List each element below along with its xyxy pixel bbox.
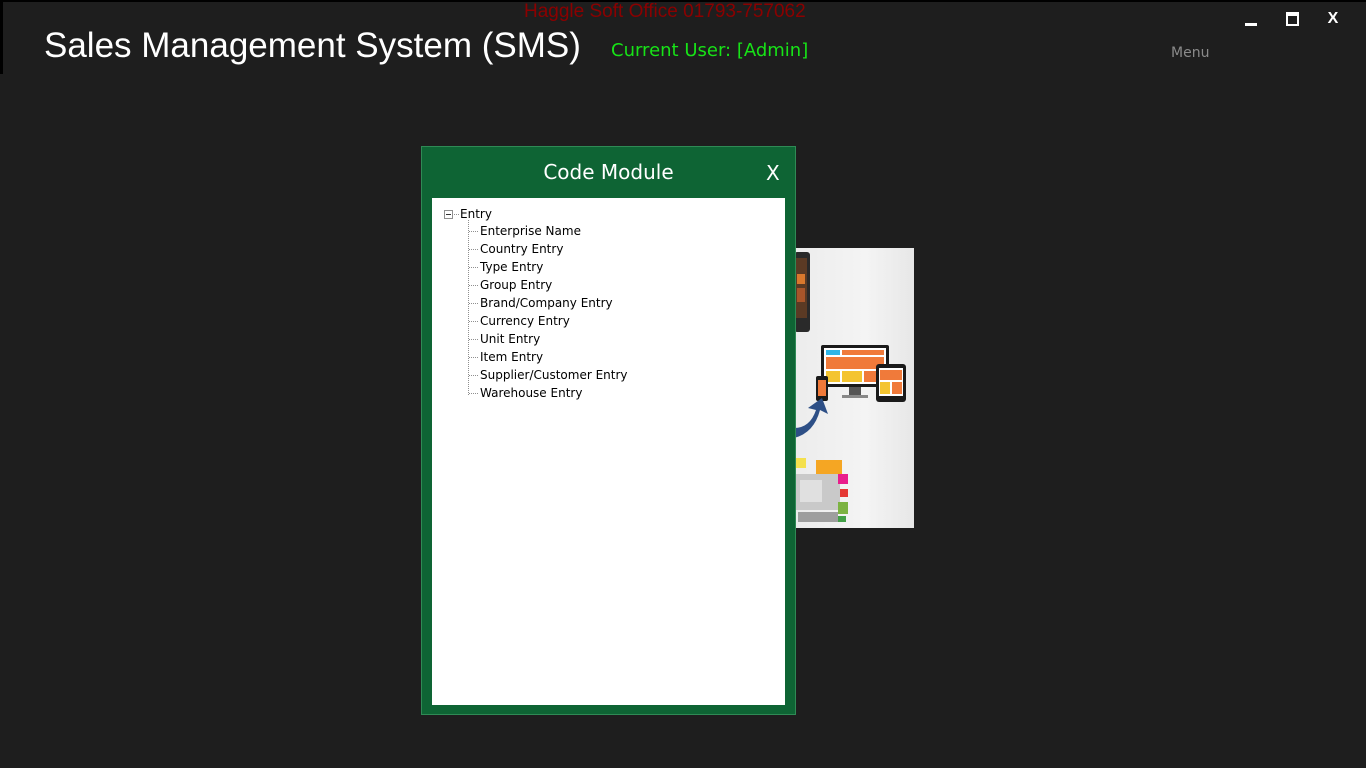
tree-item-label: Supplier/Customer Entry bbox=[480, 368, 628, 382]
tree-connector bbox=[469, 302, 478, 304]
tree-panel: Entry Enterprise Name Country Entry Type… bbox=[432, 198, 785, 705]
close-window-button[interactable]: X bbox=[1320, 8, 1346, 30]
dialog-close-button[interactable]: X bbox=[766, 161, 780, 185]
app-window: Haggle Soft Office 01793-757062 Sales Ma… bbox=[0, 0, 1366, 768]
tree-item-brand-company-entry[interactable]: Brand/Company Entry bbox=[469, 294, 613, 312]
tree-item-enterprise-name[interactable]: Enterprise Name bbox=[469, 222, 581, 240]
tree-item-label: Brand/Company Entry bbox=[480, 296, 613, 310]
tree-item-label: Group Entry bbox=[480, 278, 553, 292]
dialog-title: Code Module bbox=[543, 160, 674, 184]
tree-item-unit-entry[interactable]: Unit Entry bbox=[469, 330, 540, 348]
tree-item-supplier-customer-entry[interactable]: Supplier/Customer Entry bbox=[469, 366, 628, 384]
tree-item-label: Type Entry bbox=[480, 260, 544, 274]
tree-item-label: Unit Entry bbox=[480, 332, 541, 346]
tree-connector bbox=[469, 374, 478, 376]
tree-connector bbox=[454, 213, 459, 215]
tree-item-label: Warehouse Entry bbox=[480, 386, 583, 400]
collapse-toggle-icon[interactable] bbox=[444, 209, 453, 219]
tree-connector bbox=[469, 248, 478, 250]
tree-connector bbox=[469, 392, 478, 394]
devices-illustration bbox=[794, 248, 914, 528]
window-left-border bbox=[0, 0, 3, 74]
tree-item-group-entry[interactable]: Group Entry bbox=[469, 276, 552, 294]
tree-connector bbox=[469, 230, 478, 232]
tree-item-label: Country Entry bbox=[480, 242, 564, 256]
menu-button[interactable]: Menu bbox=[1171, 45, 1209, 61]
tree-connector bbox=[469, 320, 478, 322]
app-title: Sales Management System (SMS) bbox=[44, 26, 581, 65]
tree-item-currency-entry[interactable]: Currency Entry bbox=[469, 312, 570, 330]
tree-item-item-entry[interactable]: Item Entry bbox=[469, 348, 543, 366]
tree-item-country-entry[interactable]: Country Entry bbox=[469, 240, 563, 258]
tree-item-type-entry[interactable]: Type Entry bbox=[469, 258, 543, 276]
entry-tree-view[interactable]: Entry Enterprise Name Country Entry Type… bbox=[432, 198, 785, 705]
devices-illustration-graphic bbox=[794, 252, 906, 522]
tree-item-label: Item Entry bbox=[480, 350, 544, 364]
close-icon: X bbox=[1327, 10, 1339, 27]
tree-connector bbox=[469, 284, 478, 286]
minimize-icon bbox=[1245, 22, 1257, 26]
tree-item-label: Currency Entry bbox=[480, 314, 570, 328]
code-module-dialog: Code Module X Entry Enterprise Name Coun… bbox=[421, 146, 796, 715]
maximize-button[interactable] bbox=[1279, 8, 1305, 30]
tree-connector bbox=[469, 356, 478, 358]
company-banner: Haggle Soft Office 01793-757062 bbox=[524, 1, 806, 22]
maximize-icon bbox=[1285, 12, 1299, 26]
current-user-label: Current User: [Admin] bbox=[611, 40, 809, 61]
tree-connector bbox=[469, 338, 478, 340]
tree-connector bbox=[469, 266, 478, 268]
tree-root-label: Entry bbox=[460, 207, 492, 221]
minimize-button[interactable] bbox=[1238, 8, 1264, 30]
tree-item-warehouse-entry[interactable]: Warehouse Entry bbox=[469, 384, 582, 402]
tree-item-label: Enterprise Name bbox=[480, 224, 581, 238]
